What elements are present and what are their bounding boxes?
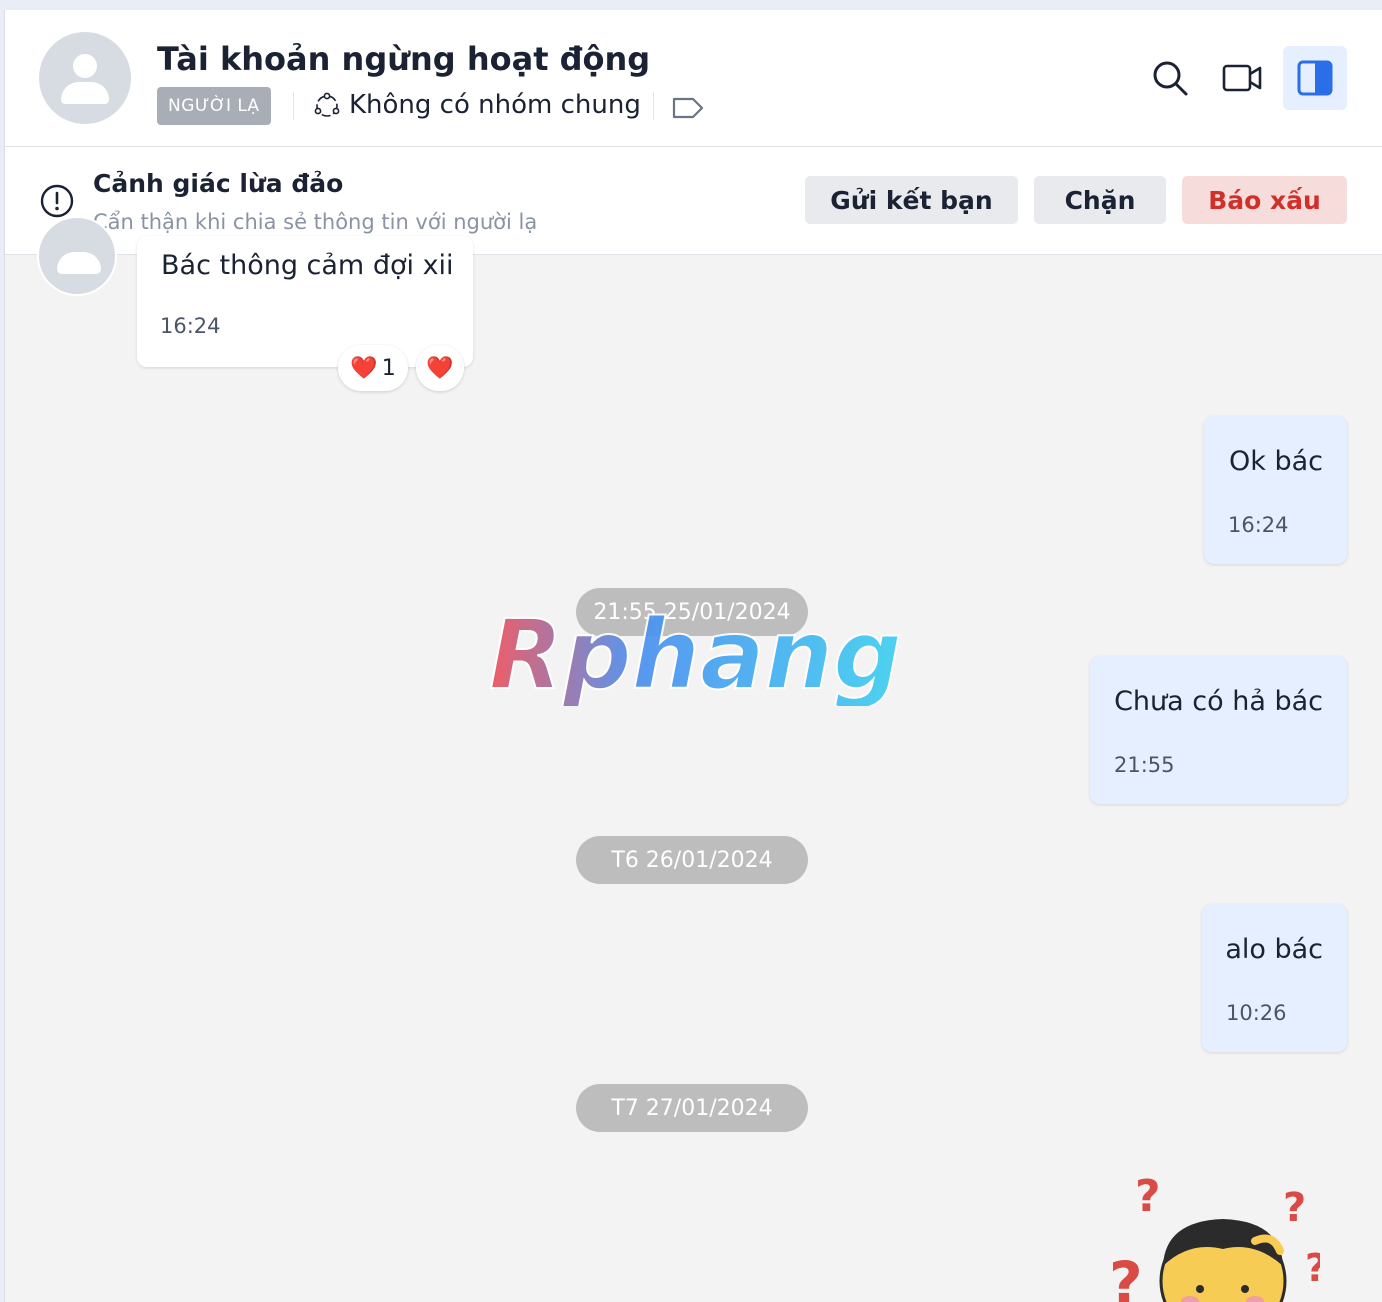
reaction-count: 1: [381, 355, 396, 381]
svg-text:?: ?: [1305, 1246, 1320, 1290]
report-button[interactable]: Báo xấu: [1182, 176, 1347, 224]
message-text: Bác thông cảm đợi xii: [161, 250, 454, 281]
sidebar-toggle-icon: [1297, 60, 1333, 96]
sender-avatar[interactable]: [37, 216, 117, 296]
stranger-badge: NGƯỜI LẠ: [157, 87, 271, 125]
message-list: Bác thông cảm đợi xii 16:24 ❤️ 1 ❤️ Ok b…: [5, 216, 1382, 1302]
watermark-text: Rphang: [489, 599, 902, 706]
message-text: Chưa có hả bác: [1114, 686, 1323, 717]
page-title: Tài khoản ngừng hoạt động: [157, 40, 651, 78]
warning-subtitle: Cẩn thận khi chia sẻ thông tin với người…: [93, 210, 538, 234]
message-bubble[interactable]: Bác thông cảm đợi xii 16:24: [137, 236, 473, 367]
sidebar-toggle-button[interactable]: [1283, 46, 1347, 110]
message-time: 10:26: [1226, 1001, 1287, 1025]
chat-header: Tài khoản ngừng hoạt động NGƯỜI LẠ Không…: [5, 10, 1382, 147]
common-groups-text[interactable]: Không có nhóm chung: [349, 90, 641, 120]
react-button[interactable]: ❤️: [416, 345, 464, 391]
message-bubble[interactable]: alo bác 10:26: [1202, 904, 1347, 1052]
svg-text:?: ?: [1109, 1249, 1143, 1302]
heart-icon: ❤️: [350, 355, 378, 381]
message-text: Ok bác: [1229, 446, 1323, 477]
svg-text:?: ?: [1135, 1171, 1161, 1222]
video-call-button[interactable]: [1210, 46, 1274, 110]
divider: [653, 92, 654, 120]
block-button[interactable]: Chặn: [1034, 176, 1166, 224]
date-divider: T6 26/01/2024: [576, 836, 808, 884]
warning-icon: [40, 184, 74, 218]
message-time: 21:55: [1114, 753, 1175, 777]
search-icon: [1153, 61, 1188, 96]
chat-window: Tài khoản ngừng hoạt động NGƯỜI LẠ Không…: [4, 10, 1382, 1302]
video-call-icon: [1222, 64, 1262, 92]
divider: [293, 92, 294, 120]
warning-title: Cảnh giác lừa đảo: [93, 169, 344, 198]
message-bubble[interactable]: Ok bác 16:24: [1204, 416, 1347, 564]
message-bubble[interactable]: Chưa có hả bác 21:55: [1090, 656, 1347, 804]
message-time: 16:24: [160, 314, 221, 338]
message-text: alo bác: [1225, 934, 1323, 965]
svg-text:?: ?: [1283, 1185, 1306, 1231]
heart-icon: ❤️: [426, 355, 454, 381]
watermark-logo: Rphang: [488, 598, 903, 706]
tag-icon[interactable]: [671, 96, 705, 120]
avatar[interactable]: [39, 32, 131, 124]
search-button[interactable]: [1138, 46, 1202, 110]
message-time: 16:24: [1228, 513, 1289, 537]
group-icon: [314, 92, 340, 117]
add-friend-button[interactable]: Gửi kết bạn: [805, 176, 1018, 224]
sticker-confused[interactable]: ? ? ? ?: [1105, 1171, 1320, 1302]
reaction-heart-count[interactable]: ❤️ 1: [338, 345, 408, 391]
date-divider: T7 27/01/2024: [576, 1084, 808, 1132]
